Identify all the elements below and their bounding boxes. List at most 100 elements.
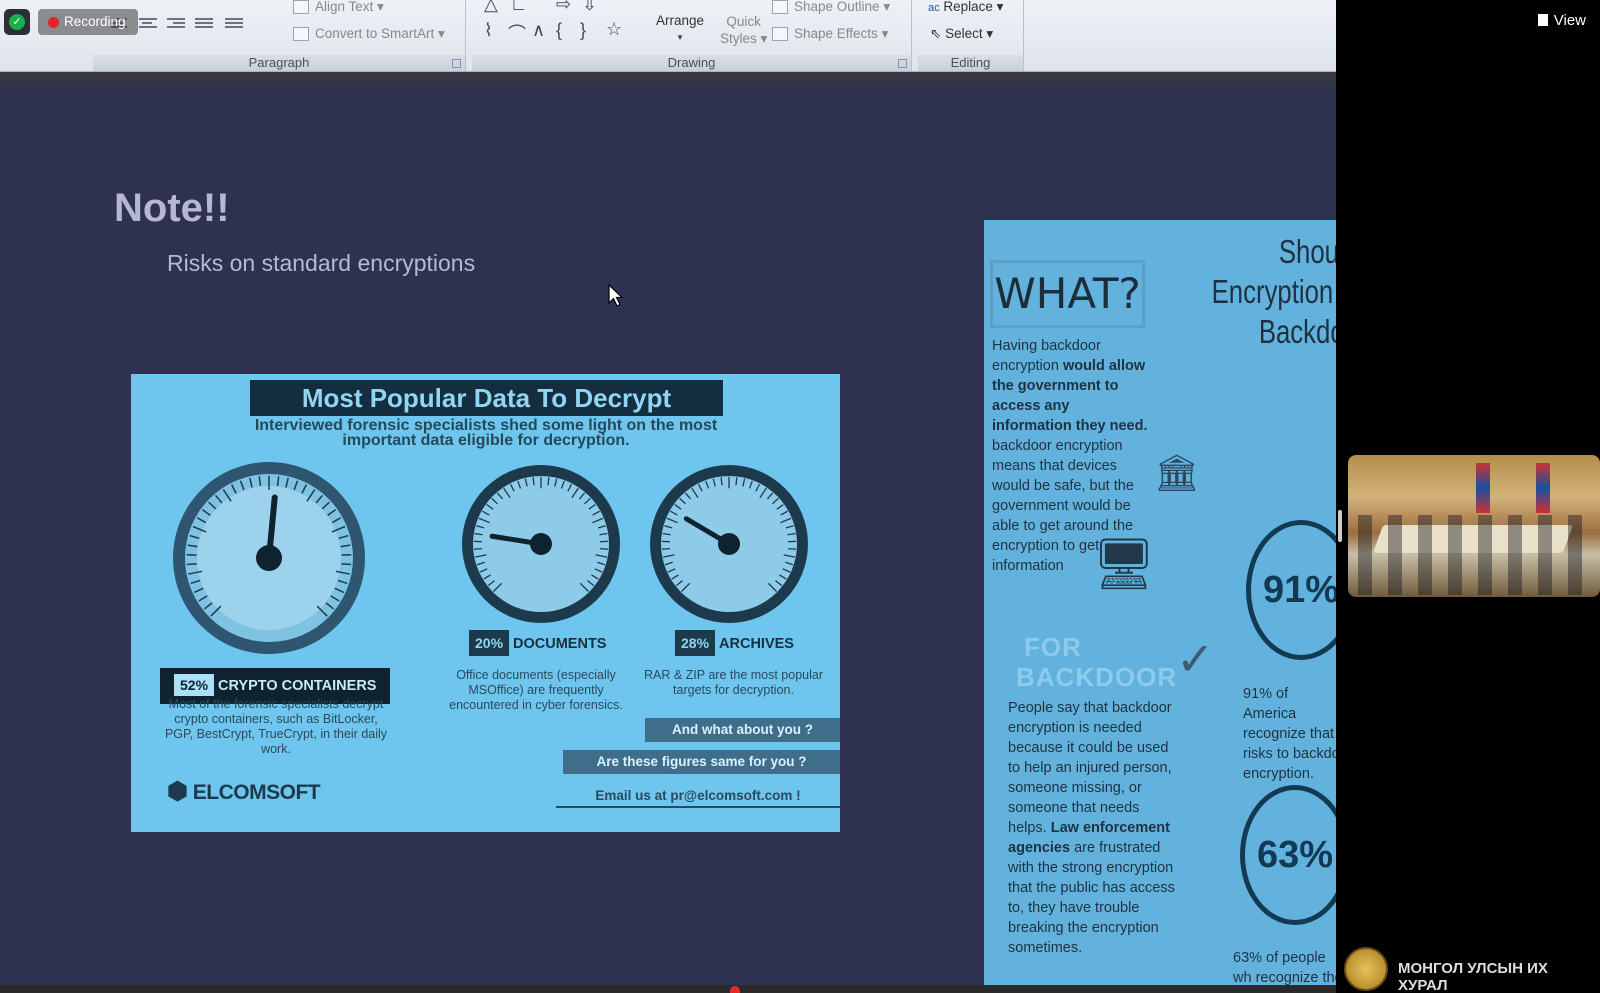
paragraph-dialog-launcher[interactable] [452, 59, 461, 68]
convert-smartart-button[interactable]: Convert to SmartArt ▾ [293, 26, 445, 42]
heading-line-2: Encryption H [1211, 273, 1336, 310]
elcomsoft-logo-text: ELCOMSOFT [192, 781, 321, 804]
infographic-title: Most Popular Data To Decrypt [250, 380, 723, 416]
archives-gauge [650, 465, 808, 623]
archives-label-text: ARCHIVES [719, 636, 794, 652]
stat-91-text: 91% of America recognize that risks to b… [1243, 686, 1336, 782]
triangle-shape-icon[interactable]: △ [484, 0, 498, 15]
justify-icon[interactable] [193, 16, 215, 32]
arrow-right-shape-icon[interactable]: ⇨ [556, 0, 571, 15]
participants-row [1358, 515, 1598, 595]
meeting-side-panel: View МОНГОЛ УЛСЫН ИХ ХУРАЛ [1336, 0, 1600, 993]
brace-right-icon[interactable]: } [580, 20, 586, 41]
email-contact: Email us at pr@elcomsoft.com ! [556, 788, 840, 808]
elcomsoft-logo-icon: ⬢ [167, 778, 188, 805]
mouse-cursor-icon [608, 284, 624, 307]
columns-icon[interactable] [223, 16, 245, 32]
replace-button[interactable]: ac Replace ▾ [928, 0, 1003, 15]
stat-63-value: 63% [1257, 834, 1334, 876]
documents-gauge [462, 465, 620, 623]
view-label: View [1553, 12, 1586, 29]
backdoor-infographic[interactable]: WHAT? Should Encryption H Backdoo Having… [984, 220, 1336, 985]
stat-91-ring: 91% [1246, 520, 1336, 660]
elcomsoft-logo: ⬢ ELCOMSOFT [167, 777, 321, 806]
replace-icon: ac [928, 2, 940, 14]
gauge-tick [473, 547, 483, 550]
shape-effects-label: Shape Effects [794, 26, 878, 41]
gauge-tick [186, 562, 197, 566]
editing-group-label: Editing [918, 55, 1023, 71]
hacker-monitor-icon: 🖥 [1092, 536, 1156, 592]
crypto-description: Most of the forensic specialists decrypt… [164, 697, 388, 756]
align-right-icon[interactable] [165, 16, 187, 32]
stat-63-ring: 63% [1240, 785, 1336, 925]
infographic-subtitle: Interviewed forensic specialists shed so… [254, 417, 718, 449]
brace-left-icon[interactable]: { [556, 20, 562, 41]
stat-63-text: 63% of people wh recognize the risk [1233, 950, 1336, 985]
security-shield-icon[interactable] [4, 9, 30, 35]
archives-pct: 28% [675, 630, 716, 656]
crypto-label-text: CRYPTO CONTAINERS [218, 678, 377, 694]
recording-indicator[interactable]: Recording [38, 9, 138, 35]
documents-pct: 20% [469, 630, 510, 656]
crypto-pct: 52% [174, 674, 215, 696]
documents-label: 20% DOCUMENTS [469, 630, 606, 656]
select-cursor-icon: ⇖ [930, 26, 942, 41]
checkmark-icon: ✓ [1176, 633, 1215, 685]
flag-right [1536, 463, 1550, 513]
curve-shape-icon[interactable]: ⌇ [484, 20, 493, 41]
arrow-down-shape-icon[interactable]: ⇩ [582, 0, 597, 15]
drawing-group-label: Drawing [472, 55, 911, 71]
elbow-connector-icon[interactable]: ∟ [510, 0, 528, 15]
heading-line-3: Backdoo [1258, 313, 1336, 350]
recording-label: Recording [64, 14, 126, 29]
documents-description: Office documents (especially MSOffice) a… [449, 668, 623, 712]
quick-styles-button[interactable]: Quick Styles ▾ [720, 13, 767, 47]
drawing-group: △ ∟ ⇨ ⇩ ⌇ ⌒ ∧ { } ☆ Arrange ▾ Quick Styles… [472, 0, 912, 71]
stat-91-value: 91% [1263, 569, 1336, 611]
parliament-watermark: МОНГОЛ УЛСЫН ИХ ХУРАЛ [1398, 960, 1548, 993]
convert-smartart-label: Convert to SmartArt [315, 26, 435, 41]
shape-effects-icon [772, 27, 788, 42]
what-heading: WHAT? [990, 260, 1145, 328]
participant-video-thumbnail[interactable] [1348, 455, 1600, 597]
smartart-icon [293, 27, 309, 42]
shape-outline-button[interactable]: Shape Outline ▾ [772, 0, 890, 15]
gauge-tick [341, 562, 352, 566]
quick-styles-label-2: Styles [720, 31, 757, 46]
slide-subtitle[interactable]: Risks on standard encryptions [167, 250, 475, 277]
gauge-tick [787, 547, 797, 550]
gauge-tick [599, 547, 609, 550]
gauge-tick [661, 547, 671, 550]
para2-part-c: are frustrated with the strong encryptio… [1008, 840, 1175, 956]
government-building-icon: 🏛 [1154, 452, 1200, 493]
decrypt-infographic[interactable]: Most Popular Data To Decrypt Interviewed… [131, 374, 840, 832]
select-button[interactable]: ⇖ Select ▾ [930, 26, 993, 42]
shape-outline-label: Shape Outline [794, 0, 880, 14]
align-center-icon[interactable] [137, 16, 159, 32]
figures-same-banner: Are these figures same for you ? [563, 750, 840, 774]
documents-label-text: DOCUMENTS [513, 636, 607, 652]
arrange-dropdown-icon: ▾ [677, 32, 683, 42]
freeform-shape-icon[interactable]: ∧ [532, 20, 545, 41]
crypto-gauge [173, 462, 365, 654]
replace-label: Replace [943, 0, 993, 14]
notification-badge[interactable] [730, 986, 740, 993]
panel-resize-handle[interactable] [1338, 510, 1342, 542]
backdoor-faint-text: BACKDOOR [1016, 662, 1178, 692]
drawing-dialog-launcher[interactable] [898, 59, 907, 68]
slide-title[interactable]: Note!! [114, 186, 230, 231]
for-faint-text: FOR [1024, 632, 1082, 662]
align-text-icon [293, 0, 309, 15]
ribbon-toolbar: Align Text ▾ Convert to SmartArt ▾ Parag… [0, 0, 1336, 72]
taskbar-strip [0, 985, 1336, 993]
arrange-button[interactable]: Arrange ▾ [656, 13, 704, 43]
flag-left [1476, 463, 1490, 513]
align-text-button[interactable]: Align Text ▾ [293, 0, 384, 15]
archives-label: 28% ARCHIVES [675, 630, 794, 656]
star-shape-icon[interactable]: ☆ [606, 19, 622, 40]
paragraph-group-label: Paragraph [93, 55, 465, 71]
view-button[interactable]: View [1537, 12, 1586, 29]
arc-shape-icon[interactable]: ⌒ [508, 20, 526, 46]
shape-effects-button[interactable]: Shape Effects ▾ [772, 26, 888, 42]
